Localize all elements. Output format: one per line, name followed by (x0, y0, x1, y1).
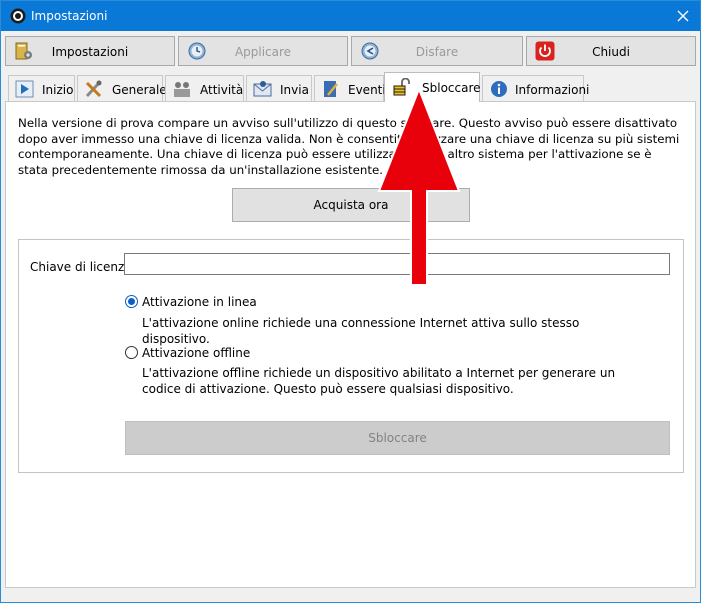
close-button[interactable]: Chiudi (526, 36, 696, 66)
settings-button[interactable]: Impostazioni (5, 36, 175, 66)
red-arrow-annotation (377, 87, 461, 286)
play-icon (15, 80, 34, 98)
tab-label: Informazioni (515, 83, 590, 97)
tab-inizio[interactable]: Inizio (8, 75, 75, 101)
tab-informazioni[interactable]: Informazioni (482, 75, 589, 101)
intro-text: Nella versione di prova compare un avvis… (18, 116, 680, 177)
unlock-button[interactable]: Sbloccare (125, 421, 670, 455)
tab-eventi[interactable]: Eventi (314, 75, 386, 101)
settings-button-label: Impostazioni (51, 45, 129, 59)
tab-label: Inizio (42, 83, 74, 97)
tools-icon (85, 80, 102, 98)
tab-strip: Inizio Generale Attività Invia Eventi Sb… (1, 72, 700, 102)
tab-attivita[interactable]: Attività (165, 75, 244, 101)
apply-button[interactable]: Applicare (178, 36, 348, 66)
unlock-panel: Nella versione di prova compare un avvis… (5, 101, 696, 588)
undo-button-label: Disfare (415, 45, 459, 59)
tab-label: Generale (112, 83, 167, 97)
offline-activation-radio[interactable] (125, 346, 138, 359)
undo-button[interactable]: Disfare (351, 36, 523, 66)
mail-icon (253, 81, 272, 97)
tab-generale[interactable]: Generale (77, 75, 167, 101)
app-icon (10, 8, 26, 24)
tab-label: Attività (200, 83, 244, 97)
people-icon (174, 82, 190, 97)
close-button-label: Chiudi (592, 45, 630, 59)
info-icon (491, 81, 507, 97)
online-activation-radio[interactable] (125, 295, 138, 308)
offline-activation-description: L'attivazione offline richiede un dispos… (142, 366, 616, 396)
online-activation-description: L'attivazione online richiede una connes… (142, 316, 580, 346)
license-key-label: Chiave di licenza: (30, 260, 136, 274)
online-activation-label[interactable]: Attivazione in linea (142, 295, 257, 309)
settings-window: Impostazioni Impostazioni Applicare Disf… (0, 0, 701, 603)
notebook-icon (324, 81, 338, 97)
activation-group: Chiave di licenza: Attivazione in linea … (18, 239, 684, 473)
offline-activation-label[interactable]: Attivazione offline (142, 346, 250, 360)
apply-button-label: Applicare (234, 45, 292, 59)
tab-label: Invia (280, 83, 309, 97)
window-close-button[interactable] (670, 3, 696, 29)
close-icon (677, 10, 689, 22)
tab-invia[interactable]: Invia (246, 75, 312, 101)
title-bar[interactable]: Impostazioni (1, 1, 700, 31)
window-title: Impostazioni (31, 9, 108, 23)
